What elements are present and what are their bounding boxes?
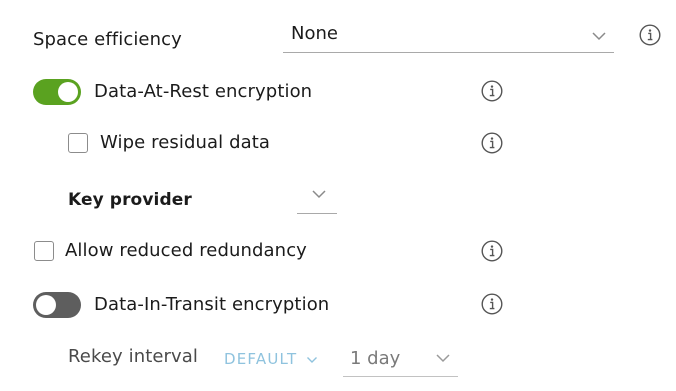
chevron-down-icon [307, 356, 318, 363]
data-in-transit-encryption-label: Data-In-Transit encryption [94, 294, 330, 315]
wipe-residual-data-checkbox[interactable] [68, 133, 88, 153]
allow-reduced-redundancy-label: Allow reduced redundancy [65, 240, 307, 261]
rekey-default-link-label: DEFAULT [224, 350, 298, 368]
wipe-residual-info-icon[interactable] [481, 132, 503, 154]
space-efficiency-select[interactable]: None [283, 22, 614, 53]
wipe-residual-data-label: Wipe residual data [100, 132, 271, 153]
rekey-interval-select[interactable]: 1 day [343, 346, 458, 377]
allow-reduced-redundancy-checkbox[interactable] [34, 241, 54, 261]
space-efficiency-label: Space efficiency [33, 29, 182, 50]
chevron-down-icon [436, 354, 450, 363]
toggle-knob [36, 295, 56, 315]
data-at-rest-info-icon[interactable] [481, 80, 503, 102]
data-at-rest-encryption-toggle[interactable] [33, 79, 81, 105]
rekey-interval-label: Rekey interval [68, 346, 199, 367]
key-provider-label: Key provider [68, 190, 192, 210]
space-efficiency-value: None [291, 23, 338, 44]
chevron-down-icon [592, 32, 606, 41]
chevron-down-icon [312, 190, 326, 199]
data-in-transit-info-icon[interactable] [481, 293, 503, 315]
toggle-knob [58, 82, 78, 102]
data-in-transit-encryption-toggle[interactable] [33, 292, 81, 318]
rekey-default-link[interactable]: DEFAULT [224, 349, 318, 369]
rekey-interval-value: 1 day [350, 348, 401, 369]
key-provider-select[interactable] [297, 185, 337, 214]
encryption-settings-panel: Space efficiency None Data-At-Rest encry… [0, 0, 676, 391]
allow-reduced-redundancy-info-icon[interactable] [481, 240, 503, 262]
data-at-rest-encryption-label: Data-At-Rest encryption [94, 81, 313, 102]
space-efficiency-info-icon[interactable] [639, 24, 661, 46]
